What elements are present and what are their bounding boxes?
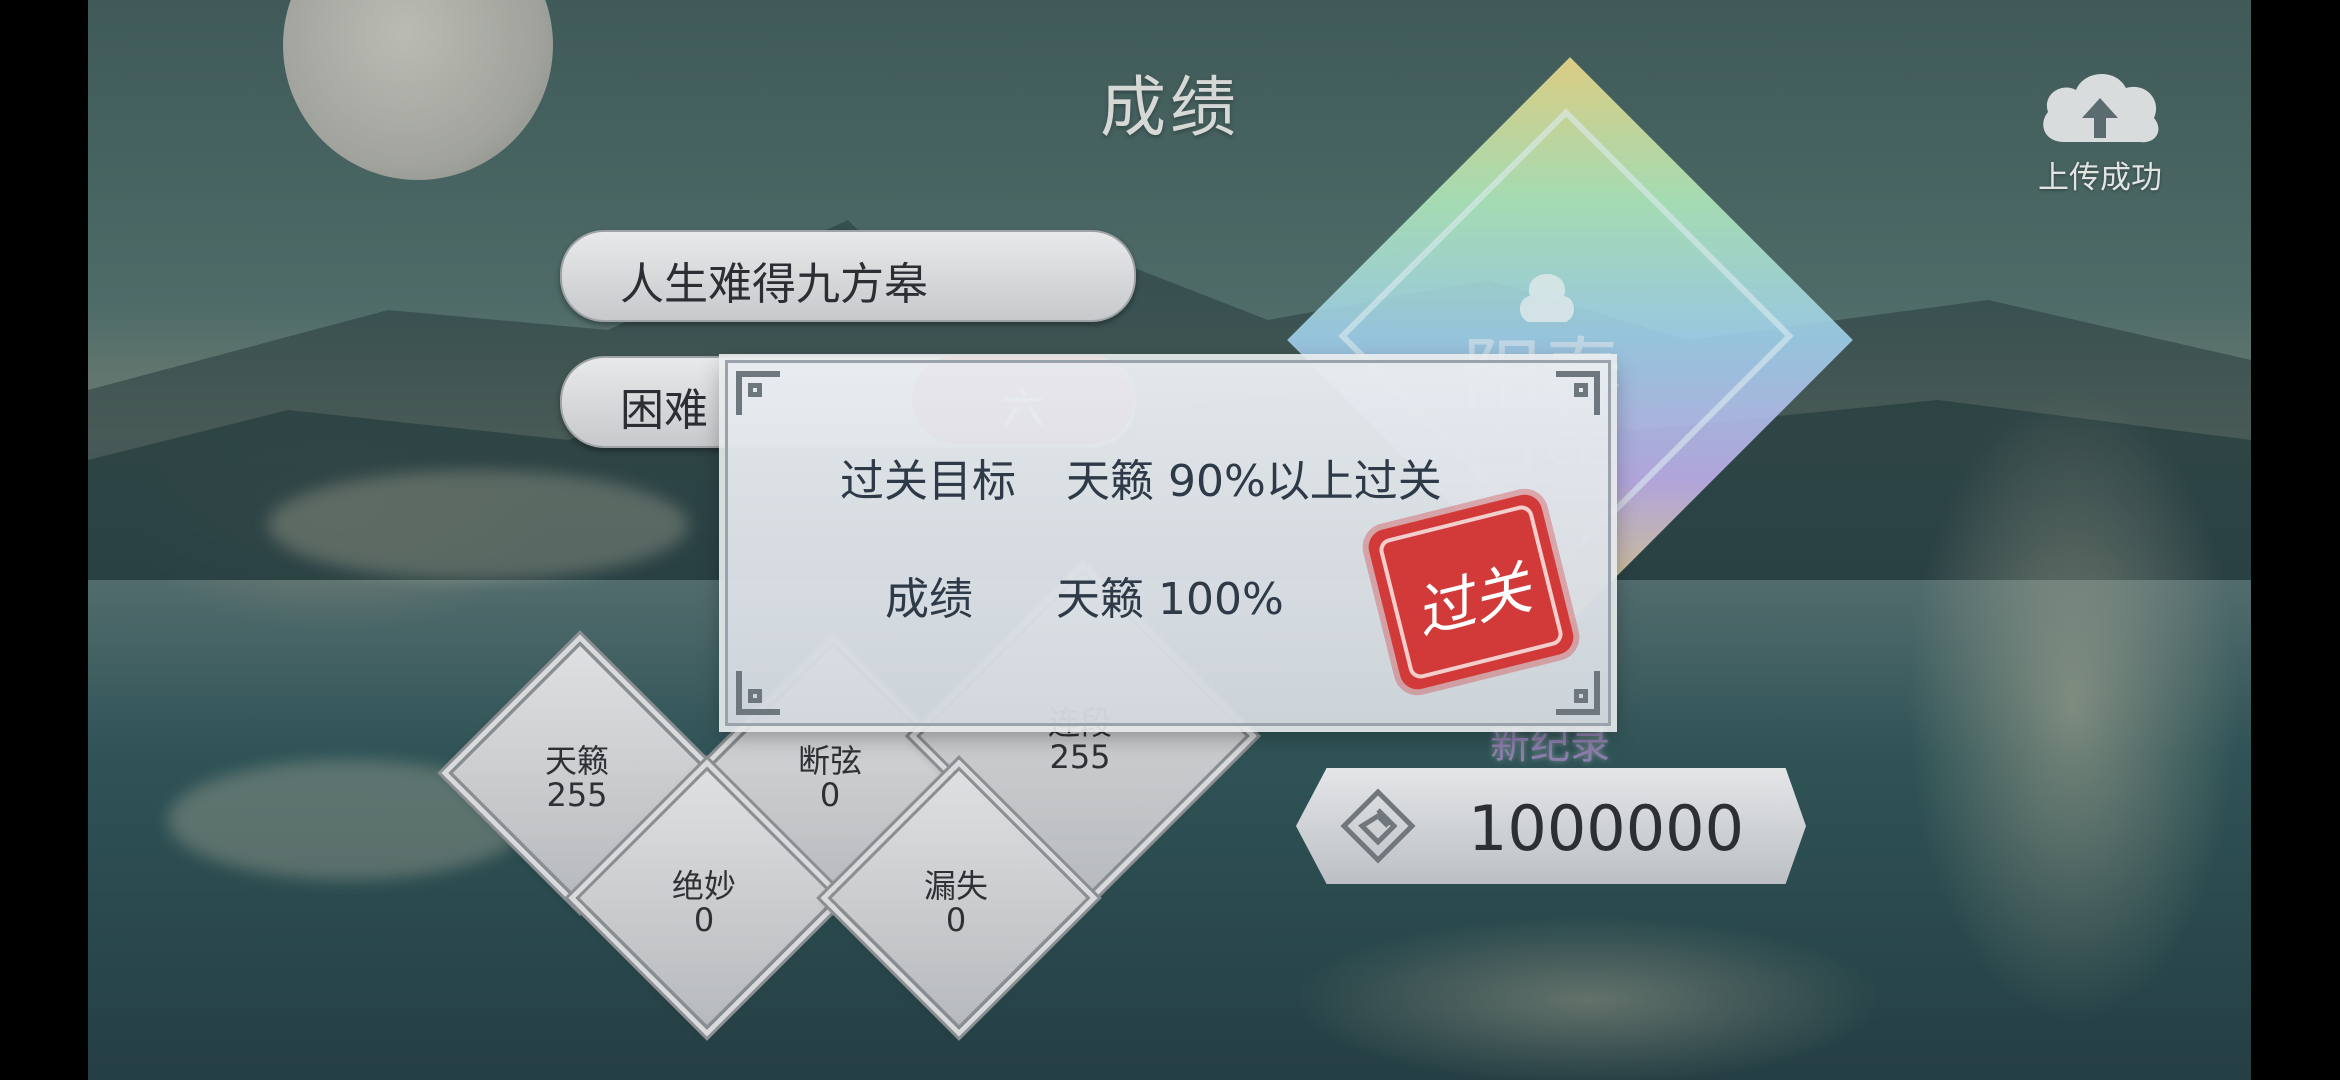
corner-ornament [736,671,780,715]
judgement-value: 0 [693,901,715,939]
score-panel: 1000000 [1296,768,1806,884]
cloud-decoration [268,470,688,580]
goal-value: 天籁 90%以上过关 [1066,456,1442,507]
cloud-ornament-icon [1519,274,1575,322]
goal-label: 过关目标 [840,456,1016,507]
cloud-upload-icon [2043,73,2159,143]
corner-ornament [736,371,780,415]
score-value: 1000000 [1467,792,1745,865]
judgement-loushi: 漏失 0 [827,766,1091,1030]
corner-ornament [1556,671,1600,715]
spiral-ornament-icon [1340,788,1416,864]
judgement-juemiao: 绝妙 0 [575,766,839,1030]
song-name-panel: 人生难得九方皋 [560,230,1136,322]
result-label: 成绩 [885,574,973,625]
upload-status-label: 上传成功 [2038,160,2162,196]
judgement-value: 255 [1049,738,1111,776]
result-value: 天籁 100% [1056,574,1284,625]
difficulty-label: 困难 [620,385,708,436]
character-illustration [1808,130,2251,1080]
corner-ornament [1556,371,1600,415]
song-name: 人生难得九方皋 [620,259,928,310]
upload-status[interactable]: 上传成功 [2030,64,2170,197]
moon-decoration [283,0,553,180]
judgement-value: 0 [945,901,967,939]
stamp-text: 过关 [1408,553,1538,648]
page-title: 成绩 [1100,69,1240,146]
